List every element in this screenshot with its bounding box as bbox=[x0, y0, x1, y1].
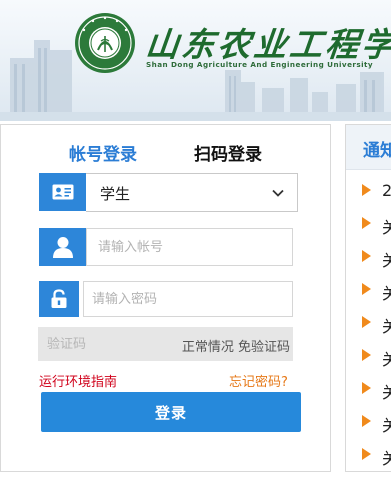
notice-item-text: 关 bbox=[382, 346, 391, 370]
password-field-box bbox=[83, 281, 293, 317]
notice-title: 通知 bbox=[363, 141, 391, 161]
password-input[interactable] bbox=[84, 282, 292, 316]
notice-item[interactable]: 关 bbox=[346, 243, 391, 276]
header-banner: 山东农业工程学院 Shan Dong Agriculture And Engin… bbox=[0, 0, 391, 121]
arrow-bullet-icon bbox=[362, 283, 371, 295]
notice-item-text: 关 bbox=[382, 214, 391, 238]
notice-item-text: 关 bbox=[382, 412, 391, 436]
user-icon bbox=[39, 228, 86, 266]
notice-item-text: 关 bbox=[382, 280, 391, 304]
school-name-en: Shan Dong Agriculture And Engineering Un… bbox=[146, 60, 374, 69]
arrow-bullet-icon bbox=[362, 382, 371, 394]
captcha-input[interactable] bbox=[38, 327, 148, 361]
notice-item[interactable]: 2 bbox=[346, 177, 391, 210]
password-row bbox=[39, 281, 293, 317]
notice-item[interactable]: 关 bbox=[346, 210, 391, 243]
role-select[interactable]: 学生 bbox=[39, 173, 298, 212]
notice-item[interactable]: 关 bbox=[346, 309, 391, 342]
lock-icon bbox=[39, 281, 79, 317]
arrow-bullet-icon bbox=[362, 217, 371, 229]
university-emblem bbox=[74, 12, 136, 74]
id-card-icon bbox=[39, 173, 86, 211]
notice-item[interactable]: 关 bbox=[346, 441, 391, 471]
notice-item-text: 2 bbox=[382, 181, 391, 200]
tab-account-login[interactable]: 帐号登录 bbox=[69, 140, 137, 165]
username-input[interactable] bbox=[87, 229, 292, 265]
captcha-row: 正常情况 免验证码 bbox=[38, 327, 293, 361]
username-field-box bbox=[86, 228, 293, 266]
role-select-box[interactable]: 学生 bbox=[86, 173, 298, 212]
chevron-down-icon bbox=[272, 189, 284, 197]
notice-panel: 通知 2 关 关 关 关 关 关 关 关 bbox=[345, 124, 391, 472]
login-panel: 帐号登录 扫码登录 学生 请输入帐号 验证码 正常情况 免验证码 运行环境指南 … bbox=[0, 124, 331, 472]
arrow-bullet-icon bbox=[362, 349, 371, 361]
username-row bbox=[39, 228, 293, 266]
school-name-cn: 山东农业工程学院 bbox=[143, 25, 391, 64]
login-button[interactable]: 登录 bbox=[41, 392, 301, 432]
arrow-bullet-icon bbox=[362, 448, 371, 460]
arrow-bullet-icon bbox=[362, 250, 371, 262]
env-guide-link[interactable]: 运行环境指南 bbox=[39, 371, 117, 390]
notice-item-text: 关 bbox=[382, 379, 391, 403]
arrow-bullet-icon bbox=[362, 316, 371, 328]
notice-item-text: 关 bbox=[382, 445, 391, 469]
arrow-bullet-icon bbox=[362, 415, 371, 427]
arrow-bullet-icon bbox=[362, 184, 371, 196]
notice-item-text: 关 bbox=[382, 247, 391, 271]
captcha-status-text: 正常情况 免验证码 bbox=[181, 340, 290, 355]
tab-qr-login[interactable]: 扫码登录 bbox=[194, 140, 262, 165]
notice-item[interactable]: 关 bbox=[346, 408, 391, 441]
notice-list: 2 关 关 关 关 关 关 关 关 bbox=[346, 177, 391, 471]
notice-header: 通知 bbox=[346, 125, 391, 170]
forgot-password-link[interactable]: 忘记密码? bbox=[229, 371, 288, 390]
notice-item[interactable]: 关 bbox=[346, 375, 391, 408]
notice-item[interactable]: 关 bbox=[346, 342, 391, 375]
notice-item-text: 关 bbox=[382, 313, 391, 337]
notice-item[interactable]: 关 bbox=[346, 276, 391, 309]
role-select-value: 学生 bbox=[100, 185, 131, 203]
